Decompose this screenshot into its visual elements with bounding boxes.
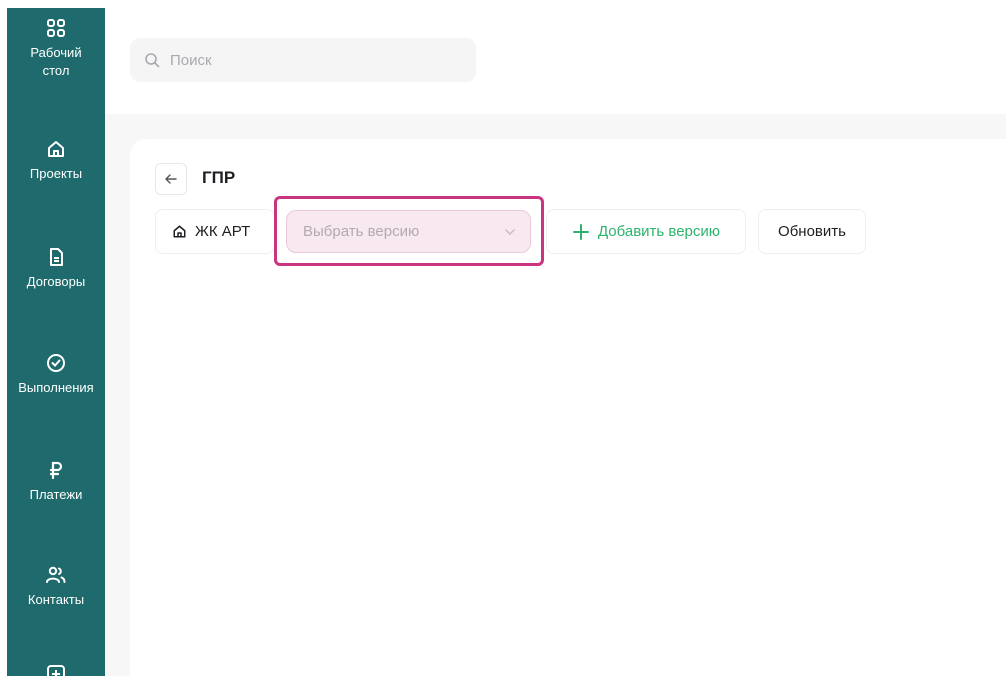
nav-item-completions[interactable]: Выполнения — [7, 353, 105, 397]
add-version-label: Добавить версию — [598, 223, 720, 240]
contacts-icon — [45, 565, 67, 585]
nav-label: Платежи — [30, 486, 83, 504]
nav-label: Договоры — [27, 273, 85, 291]
sidebar: Рабочий стол Проекты Договоры Выполнения… — [7, 8, 105, 676]
version-select[interactable]: Выбрать версию — [286, 210, 531, 253]
nav-item-contracts[interactable]: Договоры — [7, 247, 105, 291]
nav-item-payments[interactable]: Платежи — [7, 460, 105, 504]
search-box[interactable] — [130, 38, 476, 82]
project-chip[interactable]: ЖК АРТ — [155, 209, 275, 254]
check-circle-icon — [46, 353, 66, 373]
ruble-icon — [46, 460, 66, 480]
project-label: ЖК АРТ — [195, 223, 250, 240]
chevron-down-icon — [504, 228, 516, 236]
nav-label: Проекты — [30, 165, 82, 183]
nav-label: Выполнения — [18, 379, 93, 397]
back-button[interactable] — [155, 163, 187, 195]
refresh-button[interactable]: Обновить — [758, 209, 866, 254]
version-select-placeholder: Выбрать версию — [303, 223, 419, 240]
home-icon — [172, 224, 187, 239]
search-icon — [144, 52, 160, 68]
nav-item-projects[interactable]: Проекты — [7, 139, 105, 183]
nav-item-contacts[interactable]: Контакты — [7, 565, 105, 609]
dashboard-grid-icon — [46, 18, 66, 38]
nav-label: Рабочий стол — [30, 44, 81, 80]
refresh-label: Обновить — [778, 223, 846, 240]
plus-icon — [572, 223, 590, 241]
page-title: ГПР — [202, 168, 235, 188]
add-version-button[interactable]: Добавить версию — [546, 209, 746, 254]
arrow-left-icon — [164, 172, 178, 186]
add-square-icon — [46, 664, 66, 684]
home-icon — [46, 139, 66, 159]
search-input[interactable] — [168, 51, 452, 70]
document-icon — [46, 247, 66, 267]
nav-label: Контакты — [28, 591, 84, 609]
nav-item-more[interactable] — [7, 664, 105, 690]
nav-item-desktop[interactable]: Рабочий стол — [7, 18, 105, 80]
